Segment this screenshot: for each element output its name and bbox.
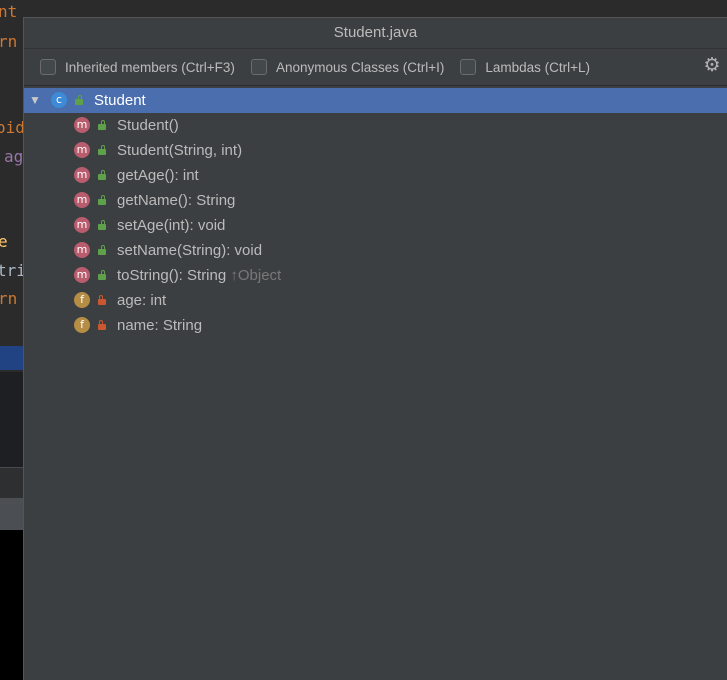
tree-node-label: setName(String): void bbox=[117, 238, 262, 263]
tree-node-label: age: int bbox=[117, 288, 166, 313]
private-access-icon bbox=[97, 295, 107, 305]
code-line: nt getAge() { bbox=[0, 2, 24, 21]
file-structure-popup: Student.java Inherited members (Ctrl+F3)… bbox=[23, 17, 727, 680]
tree-node-label: setAge(int): void bbox=[117, 213, 225, 238]
lambdas-checkbox[interactable]: Lambdas (Ctrl+L) bbox=[460, 59, 590, 75]
tree-node-label: getAge(): int bbox=[117, 163, 199, 188]
editor-panel bbox=[0, 372, 24, 467]
member-signature: getAge(): int bbox=[117, 167, 199, 184]
tree-node-label: Student bbox=[94, 92, 146, 109]
tree-node-method[interactable]: m toString(): String ↑Object bbox=[24, 263, 727, 288]
member-signature: toString(): String bbox=[117, 267, 231, 284]
checkbox-label: Inherited members (Ctrl+F3) bbox=[65, 59, 235, 75]
member-signature: name: String bbox=[117, 317, 203, 334]
public-access-icon bbox=[97, 145, 107, 155]
public-access-icon bbox=[97, 120, 107, 130]
public-access-icon bbox=[97, 270, 107, 280]
tree-node-method[interactable]: m getAge(): int bbox=[24, 163, 727, 188]
method-icon: m bbox=[74, 117, 90, 133]
public-access-icon bbox=[74, 95, 84, 105]
method-icon: m bbox=[74, 217, 90, 233]
code-line: rn bbox=[0, 32, 18, 51]
method-icon: m bbox=[74, 242, 90, 258]
checkbox-box[interactable] bbox=[250, 59, 267, 75]
code-editor-background: nt getAge() { rn oid ag e tri rn bbox=[0, 0, 24, 680]
public-access-icon bbox=[97, 195, 107, 205]
popup-title: Student.java bbox=[24, 18, 727, 49]
public-access-icon bbox=[97, 245, 107, 255]
tree-node-class-student[interactable]: ▼ c Student bbox=[24, 88, 727, 113]
anonymous-classes-checkbox[interactable]: Anonymous Classes (Ctrl+I) bbox=[250, 59, 445, 75]
class-icon: c bbox=[51, 92, 67, 108]
tree-node-field[interactable]: f name: String bbox=[24, 313, 727, 338]
code-line: rn bbox=[0, 289, 18, 308]
editor-selected-line bbox=[0, 346, 24, 370]
tree-node-method[interactable]: m getName(): String bbox=[24, 188, 727, 213]
method-icon: m bbox=[74, 267, 90, 283]
tree-node-label: Student() bbox=[117, 113, 179, 138]
inherited-members-checkbox[interactable]: Inherited members (Ctrl+F3) bbox=[40, 59, 235, 75]
editor-toolbar bbox=[0, 468, 24, 498]
tree-node-label: toString(): String ↑Object bbox=[117, 263, 281, 288]
tree-node-method[interactable]: m Student(String, int) bbox=[24, 138, 727, 163]
field-icon: f bbox=[74, 317, 90, 333]
tree-node-label: Student(String, int) bbox=[117, 138, 242, 163]
tree-node-label: name: String bbox=[117, 313, 202, 338]
structure-tree: ▼ c Student m Student() m Student(String, i… bbox=[24, 86, 727, 338]
member-signature: setName(String): void bbox=[117, 242, 263, 259]
member-signature: setAge(int): void bbox=[117, 217, 226, 234]
checkbox-label: Lambdas (Ctrl+L) bbox=[485, 59, 591, 75]
tree-node-field[interactable]: f age: int bbox=[24, 288, 727, 313]
member-signature: Student(String, int) bbox=[117, 142, 243, 159]
code-line: ag bbox=[4, 147, 24, 166]
tree-node-method[interactable]: m Student() bbox=[24, 113, 727, 138]
code-line: e bbox=[0, 232, 8, 251]
public-access-icon bbox=[97, 170, 107, 180]
member-signature: getName(): String bbox=[117, 192, 236, 209]
method-icon: m bbox=[74, 167, 90, 183]
tree-node-method[interactable]: m setAge(int): void bbox=[24, 213, 727, 238]
expand-arrow-icon[interactable]: ▼ bbox=[29, 88, 41, 113]
gear-icon[interactable]: ⚙ bbox=[703, 56, 721, 75]
editor-bottom-area bbox=[0, 530, 24, 680]
checkbox-label: Anonymous Classes (Ctrl+I) bbox=[275, 59, 445, 75]
checkbox-box[interactable] bbox=[460, 59, 477, 75]
field-icon: f bbox=[74, 292, 90, 308]
method-icon: m bbox=[74, 142, 90, 158]
member-signature: age: int bbox=[117, 292, 167, 309]
public-access-icon bbox=[97, 220, 107, 230]
code-line: oid bbox=[0, 118, 24, 137]
member-signature: Student() bbox=[117, 117, 179, 134]
inherited-from-label: ↑Object bbox=[230, 267, 282, 284]
code-line: tri bbox=[0, 261, 24, 280]
tree-node-method[interactable]: m setName(String): void bbox=[24, 238, 727, 263]
filter-bar: Inherited members (Ctrl+F3) Anonymous Cl… bbox=[24, 49, 727, 86]
private-access-icon bbox=[97, 320, 107, 330]
editor-tab-strip bbox=[0, 498, 24, 530]
checkbox-box[interactable] bbox=[40, 59, 56, 75]
method-icon: m bbox=[74, 192, 90, 208]
tree-node-label: getName(): String bbox=[117, 188, 235, 213]
